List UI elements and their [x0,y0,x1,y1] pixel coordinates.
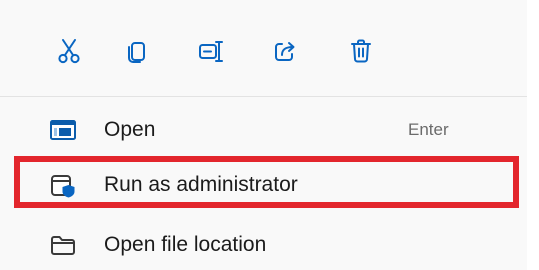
delete-button[interactable] [338,28,384,74]
menu-separator [0,96,527,97]
cut-button[interactable] [46,28,92,74]
rename-icon [196,37,226,65]
menu-item-label: Run as administrator [104,173,298,196]
context-menu: Open Enter Run as administrator Open fil… [0,0,539,270]
scissors-icon [55,37,83,65]
folder-icon [50,234,76,256]
menu-edge [527,0,539,270]
trash-icon [347,37,375,65]
window-icon [50,119,76,141]
menu-item-open[interactable]: Open Enter [0,108,527,152]
share-icon [271,37,299,65]
menu-item-shortcut: Enter [408,120,449,139]
context-menu-toolbar [0,20,527,78]
copy-button[interactable] [114,28,160,74]
menu-item-label: Open file location [104,233,267,256]
rename-button[interactable] [188,28,234,74]
share-button[interactable] [262,28,308,74]
copy-icon [123,37,151,65]
menu-item-run-as-administrator[interactable]: Run as administrator [0,163,527,207]
menu-item-label: Open [104,118,156,141]
menu-item-open-file-location[interactable]: Open file location [0,223,527,267]
shield-window-icon [50,174,76,198]
